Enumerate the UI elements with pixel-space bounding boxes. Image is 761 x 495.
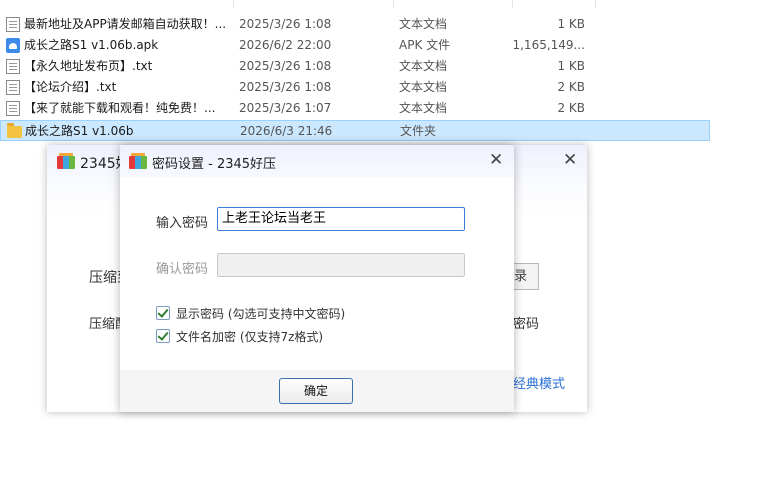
column-header[interactable] <box>0 0 761 8</box>
file-name: 【论坛介绍】.txt <box>24 80 117 94</box>
file-row[interactable]: 【来了就能下载和观看！纯免费！... 2025/3/26 1:07 文本文档 2… <box>0 98 710 119</box>
enter-password-label: 输入密码 <box>156 216 209 231</box>
password-dialog: 密码设置 - 2345好压 ✕ 输入密码 上老王论坛当老王 确认密码 显示密码 … <box>120 145 514 412</box>
file-type: 文本文档 <box>399 80 448 94</box>
encrypt-filenames-label: 文件名加密 (仅支持7z格式) <box>176 330 324 344</box>
file-row[interactable]: 成长之路S1 v1.06b.apk 2026/6/2 22:00 APK 文件 … <box>0 35 710 56</box>
file-size: 2 KB <box>557 80 585 94</box>
text-file-icon <box>6 59 20 74</box>
ok-button[interactable]: 确定 <box>279 378 353 404</box>
file-type: 文本文档 <box>399 17 448 31</box>
file-list: 最新地址及APP请发邮箱自动获取！... 2025/3/26 1:08 文本文档… <box>0 0 761 145</box>
show-password-label: 显示密码 (勾选可支持中文密码) <box>176 307 346 321</box>
file-date: 2026/6/2 22:00 <box>239 38 332 52</box>
column-divider[interactable] <box>595 0 596 8</box>
file-date: 2025/3/26 1:08 <box>239 80 332 94</box>
file-size: 1 KB <box>557 59 585 73</box>
file-name: 【永久地址发布页】.txt <box>24 59 153 73</box>
file-row-selected[interactable]: 成长之路S1 v1.06b 2026/6/3 21:46 文件夹 <box>0 120 710 141</box>
file-type: 文本文档 <box>399 101 448 115</box>
classic-mode-link[interactable]: 经典模式 <box>513 373 565 392</box>
file-name: 最新地址及APP请发邮箱自动获取！... <box>24 17 227 31</box>
file-type: 文本文档 <box>399 59 448 73</box>
column-divider[interactable] <box>233 0 234 8</box>
file-type: 文件夹 <box>400 124 437 138</box>
file-type: APK 文件 <box>399 38 451 52</box>
column-divider[interactable] <box>393 0 394 8</box>
column-divider[interactable] <box>512 0 513 8</box>
file-size: 2 KB <box>557 101 585 115</box>
encrypt-filenames-checkbox[interactable] <box>156 329 170 343</box>
file-name: 【来了就能下载和观看！纯免费！... <box>24 101 216 115</box>
file-size: 1,165,149... <box>512 38 585 52</box>
file-name: 成长之路S1 v1.06b <box>25 124 134 138</box>
text-file-icon <box>6 17 20 32</box>
apk-file-icon <box>6 38 20 53</box>
file-size: 1 KB <box>557 17 585 31</box>
file-row[interactable]: 最新地址及APP请发邮箱自动获取！... 2025/3/26 1:08 文本文档… <box>0 14 710 35</box>
text-file-icon <box>6 80 20 95</box>
app-logo-icon <box>57 153 75 169</box>
file-name: 成长之路S1 v1.06b.apk <box>24 38 159 52</box>
file-row[interactable]: 【永久地址发布页】.txt 2025/3/26 1:08 文本文档 1 KB <box>0 56 710 77</box>
file-date: 2025/3/26 1:08 <box>239 59 332 73</box>
close-icon[interactable]: ✕ <box>489 150 503 170</box>
file-date: 2025/3/26 1:07 <box>239 101 332 115</box>
show-password-checkbox[interactable] <box>156 306 170 320</box>
confirm-password-label: 确认密码 <box>156 262 209 277</box>
password-link[interactable]: 密码 <box>513 313 539 332</box>
app-logo-icon <box>129 153 147 169</box>
password-dialog-title: 密码设置 - 2345好压 <box>152 157 277 172</box>
file-date: 2025/3/26 1:08 <box>239 17 332 31</box>
file-row[interactable]: 【论坛介绍】.txt 2025/3/26 1:08 文本文档 2 KB <box>0 77 710 98</box>
file-size <box>513 121 586 142</box>
text-file-icon <box>6 101 20 116</box>
close-icon[interactable]: ✕ <box>563 150 577 170</box>
folder-icon <box>7 123 22 138</box>
password-input[interactable]: 上老王论坛当老王 <box>217 207 465 231</box>
file-date: 2026/6/3 21:46 <box>240 124 333 138</box>
confirm-password-input[interactable] <box>217 253 465 277</box>
